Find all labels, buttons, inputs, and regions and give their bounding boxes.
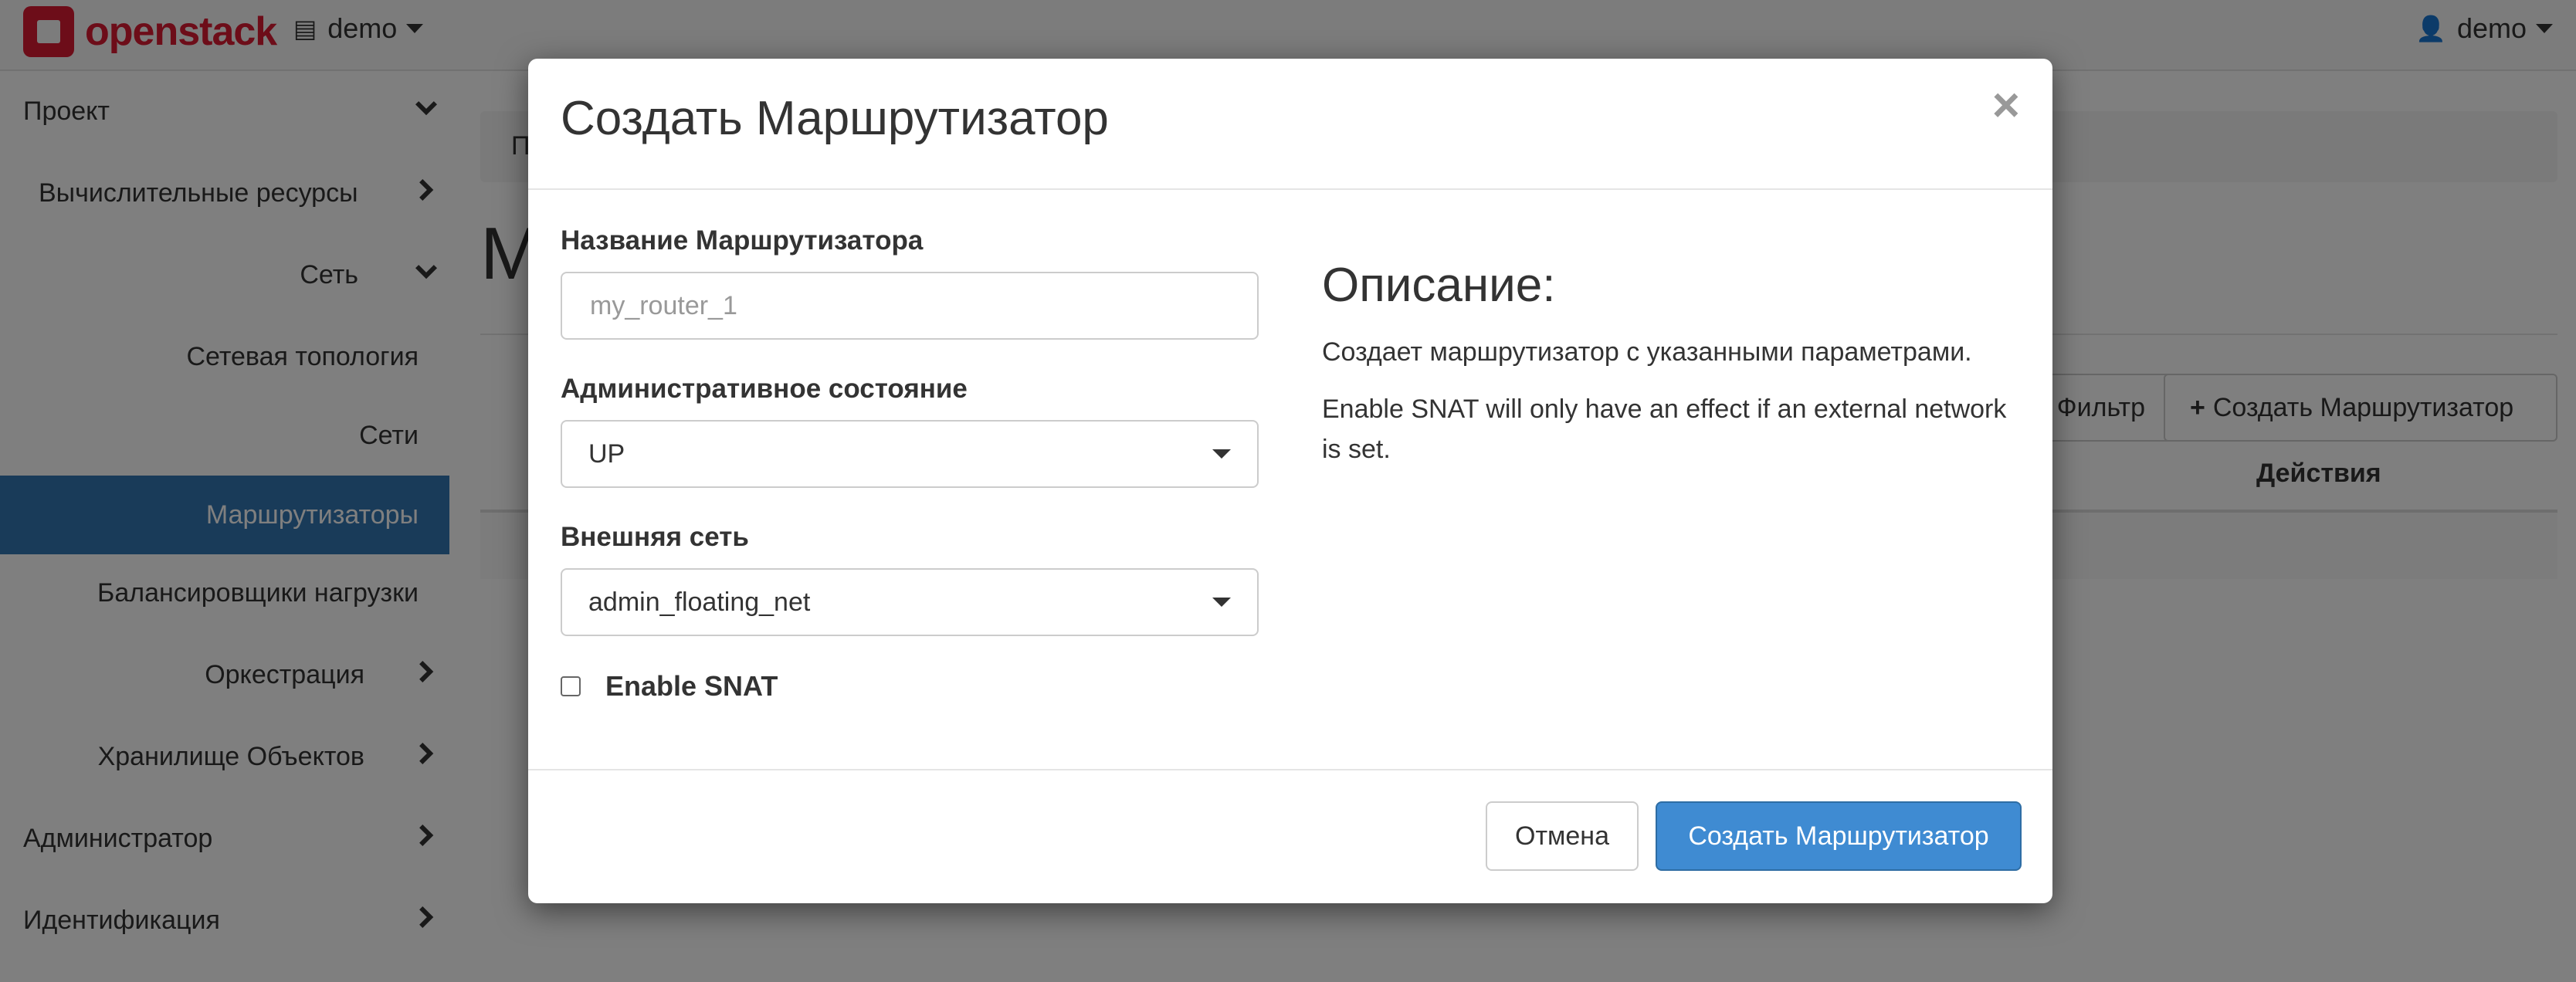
caret-down-icon [1212, 598, 1231, 607]
admin-state-select[interactable]: UP [561, 420, 1259, 488]
description-paragraph-1: Создает маршрутизатор с указанными парам… [1322, 337, 1972, 367]
enable-snat-checkbox[interactable] [561, 676, 581, 696]
cancel-button[interactable]: Отмена [1486, 801, 1639, 871]
admin-state-label: Административное состояние [561, 374, 968, 404]
router-name-field[interactable] [561, 272, 1259, 340]
create-router-submit-button[interactable]: Создать Маршрутизатор [1656, 801, 2022, 871]
caret-down-icon [1212, 449, 1231, 459]
modal-header: Создать Маршрутизатор × [528, 59, 2052, 190]
router-name-label: Название Маршрутизатора [561, 225, 924, 256]
create-router-modal: Создать Маршрутизатор × Название Маршрут… [528, 59, 2052, 903]
router-name-input[interactable] [588, 290, 1231, 322]
close-icon[interactable]: × [1992, 82, 2020, 130]
description-paragraph-2: Enable SNAT will only have an effect if … [1322, 394, 2007, 464]
modal-title: Создать Маршрутизатор [561, 92, 1109, 145]
external-network-label: Внешняя сеть [561, 522, 749, 552]
admin-state-value: UP [588, 439, 625, 469]
enable-snat-label[interactable]: Enable SNAT [605, 670, 778, 703]
external-network-value: admin_floating_net [588, 587, 811, 617]
external-network-select[interactable]: admin_floating_net [561, 568, 1259, 636]
description-heading: Описание: [1322, 259, 1556, 312]
enable-snat-row: Enable SNAT [561, 670, 778, 703]
